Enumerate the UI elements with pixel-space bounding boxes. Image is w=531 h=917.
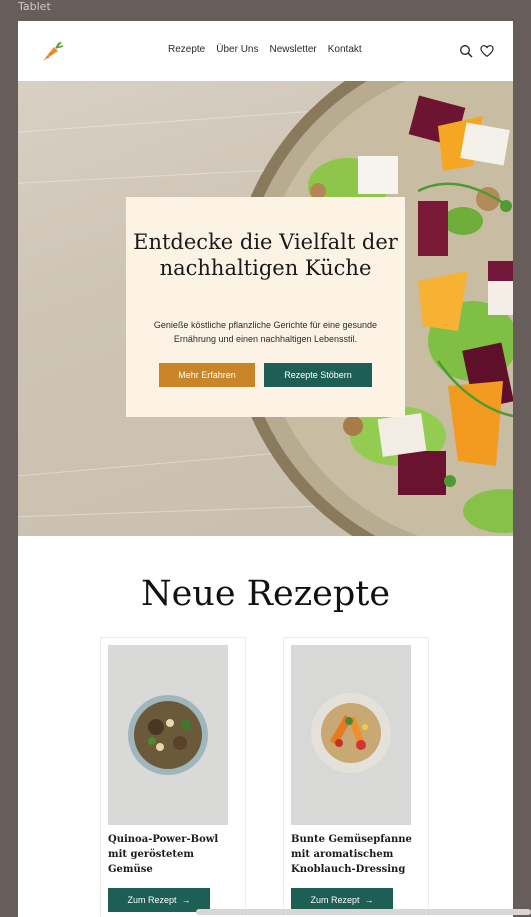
rezepte-stoebern-button[interactable]: Rezepte Stöbern [264,363,372,387]
recipe-card[interactable]: Bunte Gemüsepfanne mit aromatischem Knob… [283,637,429,917]
carrot-icon[interactable] [40,38,66,64]
nav-item-newsletter[interactable]: Newsletter [270,44,317,55]
site-header: Rezepte Über Uns Newsletter Kontakt [18,21,513,81]
horizontal-scrollbar[interactable] [196,909,531,915]
frame-label: Tablet [18,0,51,13]
zum-rezept-button[interactable]: Zum Rezept → [108,888,210,912]
mehr-erfahren-button[interactable]: Mehr Erfahren [159,363,255,387]
recipe-title: Bunte Gemüsepfanne mit aromatischem Knob… [291,834,412,875]
page: Rezepte Über Uns Newsletter Kontakt Entd… [18,21,513,917]
nav-item-kontakt[interactable]: Kontakt [328,44,362,55]
button-label: Zum Rezept [127,895,177,905]
nav-item-rezepte[interactable]: Rezepte [168,44,205,55]
recipe-card[interactable]: Quinoa-Power-Bowl mit geröstetem Gemüse … [100,637,246,917]
heart-icon[interactable] [480,44,494,58]
hero-card: Entdecke die Vielfalt der nachhaltigen K… [126,197,405,417]
section-title: Neue Rezepte [140,574,391,614]
arrow-right-icon: → [179,895,191,905]
nav-item-ueber-uns[interactable]: Über Uns [216,44,258,55]
main-nav: Rezepte Über Uns Newsletter Kontakt [168,44,362,55]
button-label: Zum Rezept [310,895,360,905]
arrow-right-icon: → [362,895,374,905]
recipe-image [108,645,228,825]
search-icon[interactable] [459,44,473,58]
recipe-image [291,645,411,825]
hero-section: Entdecke die Vielfalt der nachhaltigen K… [18,81,513,536]
hero-title: Entdecke die Vielfalt der nachhaltigen K… [133,230,398,280]
hero-text: Genieße köstliche pflanzliche Gerichte f… [153,320,378,344]
recipe-title: Quinoa-Power-Bowl mit geröstetem Gemüse [108,834,219,875]
